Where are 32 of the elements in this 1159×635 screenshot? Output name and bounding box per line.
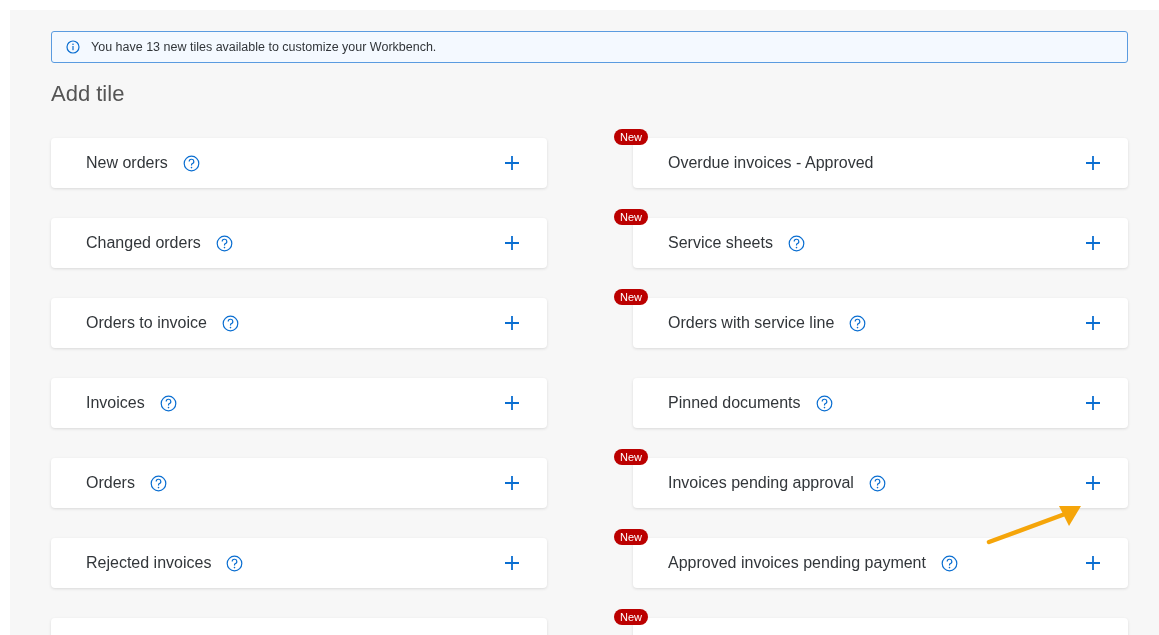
help-icon[interactable]: [221, 314, 239, 332]
new-badge: New: [614, 209, 648, 225]
tile-title: Orders with service line: [668, 314, 835, 332]
help-icon[interactable]: [159, 394, 177, 412]
help-icon[interactable]: [215, 234, 233, 252]
help-icon[interactable]: [149, 474, 167, 492]
info-message: You have 13 new tiles available to customize your Workbench.: [91, 40, 437, 54]
tile-title: Overdue invoices - Approved: [668, 154, 874, 172]
info-icon: [66, 40, 80, 54]
tile-title: Invoices pending approval: [668, 474, 854, 492]
help-icon[interactable]: [815, 394, 833, 412]
new-badge: New: [614, 529, 648, 545]
tile-title: Orders to invoice: [86, 314, 207, 332]
tile-title: Changed orders: [86, 234, 201, 252]
tile-title: Rejected invoices: [86, 554, 212, 572]
help-icon[interactable]: [940, 554, 958, 572]
tile-title: New orders: [86, 154, 168, 172]
help-icon[interactable]: [182, 154, 200, 172]
tile-title: Orders: [86, 474, 135, 492]
new-badge: New: [614, 449, 648, 465]
help-icon[interactable]: [868, 474, 886, 492]
tile-title: Service sheets: [668, 234, 773, 252]
new-badge: New: [614, 129, 648, 145]
tile-title: Approved invoices pending payment: [668, 554, 926, 572]
new-badge: New: [614, 289, 648, 305]
help-icon[interactable]: [226, 554, 244, 572]
tile-title: Pinned documents: [668, 394, 801, 412]
tile-title: Invoices: [86, 394, 145, 412]
help-icon[interactable]: [787, 234, 805, 252]
help-icon[interactable]: [849, 314, 867, 332]
page-title: Add tile: [51, 80, 126, 108]
new-badge: New: [614, 609, 648, 625]
